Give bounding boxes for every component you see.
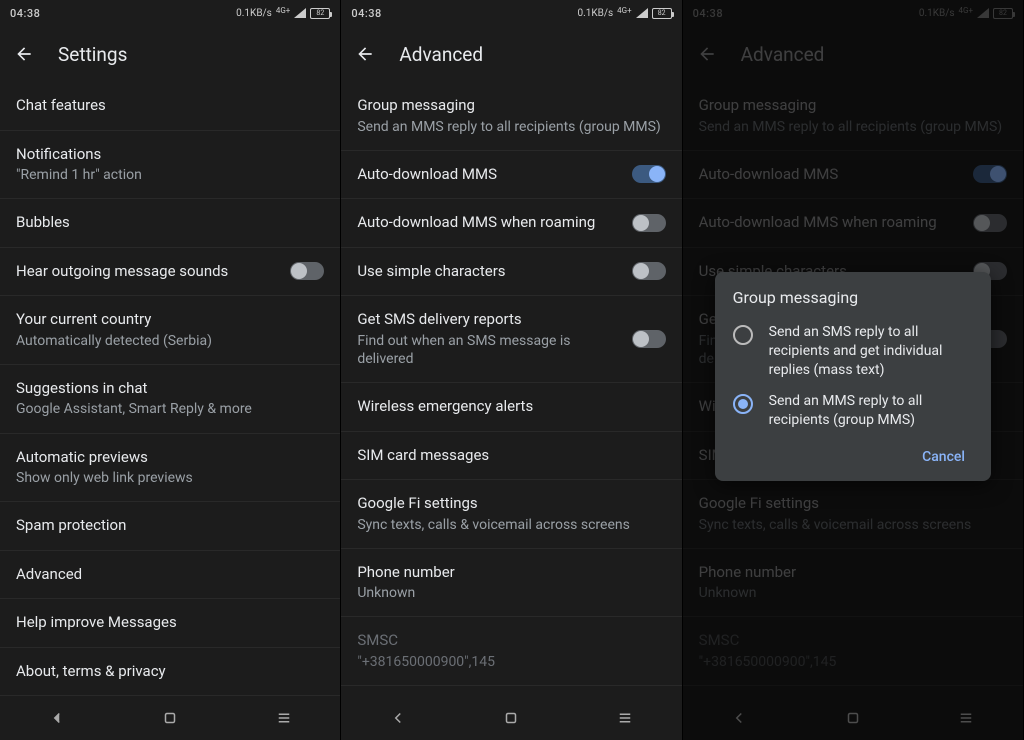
- dialog-option-label: Send an MMS reply to all recipients (gro…: [769, 392, 973, 430]
- status-time: 04:38: [351, 7, 381, 20]
- nav-recents-icon[interactable]: [275, 709, 293, 727]
- status-speed: 0.1KB/s: [578, 8, 614, 19]
- nav-home-icon[interactable]: [161, 709, 179, 727]
- dialog-option-mass-text[interactable]: Send an SMS reply to all recipients and …: [733, 317, 973, 386]
- item-about[interactable]: About, terms & privacy: [0, 648, 340, 696]
- settings-list: Chat features Notifications"Remind 1 hr"…: [0, 82, 340, 696]
- item-emergency-alerts[interactable]: Wireless emergency alerts: [341, 383, 681, 432]
- status-net: 4G+: [617, 6, 631, 15]
- nav-bar: [0, 696, 340, 740]
- item-google-fi[interactable]: Google Fi settingsSync texts, calls & vo…: [341, 480, 681, 549]
- nav-home-icon[interactable]: [502, 709, 520, 727]
- item-notifications[interactable]: Notifications"Remind 1 hr" action: [0, 131, 340, 200]
- advanced-list: Group messagingSend an MMS reply to all …: [341, 82, 681, 696]
- dialog-option-label: Send an SMS reply to all recipients and …: [769, 323, 973, 380]
- status-time: 04:38: [10, 7, 40, 20]
- toggle-sms-delivery[interactable]: [632, 330, 666, 348]
- dialog-group-messaging: Group messaging Send an SMS reply to all…: [715, 272, 991, 481]
- pane-settings: 04:38 0.1KB/s 4G+ 82 Settings Chat featu…: [0, 0, 341, 740]
- item-sim-messages[interactable]: SIM card messages: [341, 432, 681, 481]
- pane-advanced-dialog: 04:38 0.1KB/s 4G+ 82 Advanced Group mess…: [683, 0, 1024, 740]
- dialog-option-group-mms[interactable]: Send an MMS reply to all recipients (gro…: [733, 386, 973, 436]
- item-advanced[interactable]: Advanced: [0, 551, 340, 600]
- nav-recents-icon[interactable]: [616, 709, 634, 727]
- item-chat-features[interactable]: Chat features: [0, 82, 340, 131]
- back-icon[interactable]: [14, 44, 34, 64]
- toggle-simple-chars[interactable]: [632, 262, 666, 280]
- item-help-improve[interactable]: Help improve Messages: [0, 599, 340, 648]
- toggle-auto-download-roaming[interactable]: [632, 214, 666, 232]
- status-bar: 04:38 0.1KB/s 4G+ 82: [341, 0, 681, 26]
- header: Advanced: [341, 26, 681, 82]
- header: Settings: [0, 26, 340, 82]
- toggle-outgoing-sounds[interactable]: [290, 262, 324, 280]
- item-auto-previews[interactable]: Automatic previewsShow only web link pre…: [0, 434, 340, 503]
- item-current-country[interactable]: Your current countryAutomatically detect…: [0, 296, 340, 365]
- status-bar: 04:38 0.1KB/s 4G+ 82: [0, 0, 340, 26]
- battery-icon: 82: [652, 8, 672, 19]
- item-bubbles[interactable]: Bubbles: [0, 199, 340, 248]
- back-icon[interactable]: [355, 44, 375, 64]
- nav-back-icon[interactable]: [48, 709, 66, 727]
- item-spam-protection[interactable]: Spam protection: [0, 502, 340, 551]
- nav-bar: [341, 696, 681, 740]
- item-sms-delivery[interactable]: Get SMS delivery reportsFind out when an…: [341, 296, 681, 383]
- item-outgoing-sounds[interactable]: Hear outgoing message sounds: [0, 248, 340, 297]
- toggle-auto-download-mms[interactable]: [632, 165, 666, 183]
- item-auto-download-mms[interactable]: Auto-download MMS: [341, 151, 681, 200]
- signal-icon: [294, 8, 306, 18]
- signal-icon: [636, 8, 648, 18]
- item-smsc[interactable]: SMSC"+381650000900",145: [341, 617, 681, 686]
- item-phone-number[interactable]: Phone numberUnknown: [341, 549, 681, 618]
- battery-icon: 82: [310, 8, 330, 19]
- item-suggestions[interactable]: Suggestions in chatGoogle Assistant, Sma…: [0, 365, 340, 434]
- status-net: 4G+: [276, 6, 290, 15]
- cancel-button[interactable]: Cancel: [914, 441, 973, 473]
- nav-back-icon[interactable]: [389, 709, 407, 727]
- page-title: Advanced: [399, 43, 483, 66]
- status-speed: 0.1KB/s: [236, 8, 272, 19]
- radio-icon[interactable]: [733, 394, 753, 414]
- item-simple-chars[interactable]: Use simple characters: [341, 248, 681, 297]
- item-auto-download-roaming[interactable]: Auto-download MMS when roaming: [341, 199, 681, 248]
- pane-advanced: 04:38 0.1KB/s 4G+ 82 Advanced Group mess…: [341, 0, 682, 740]
- radio-icon[interactable]: [733, 325, 753, 345]
- dialog-title: Group messaging: [733, 288, 973, 307]
- page-title: Settings: [58, 43, 127, 66]
- item-group-messaging[interactable]: Group messagingSend an MMS reply to all …: [341, 82, 681, 151]
